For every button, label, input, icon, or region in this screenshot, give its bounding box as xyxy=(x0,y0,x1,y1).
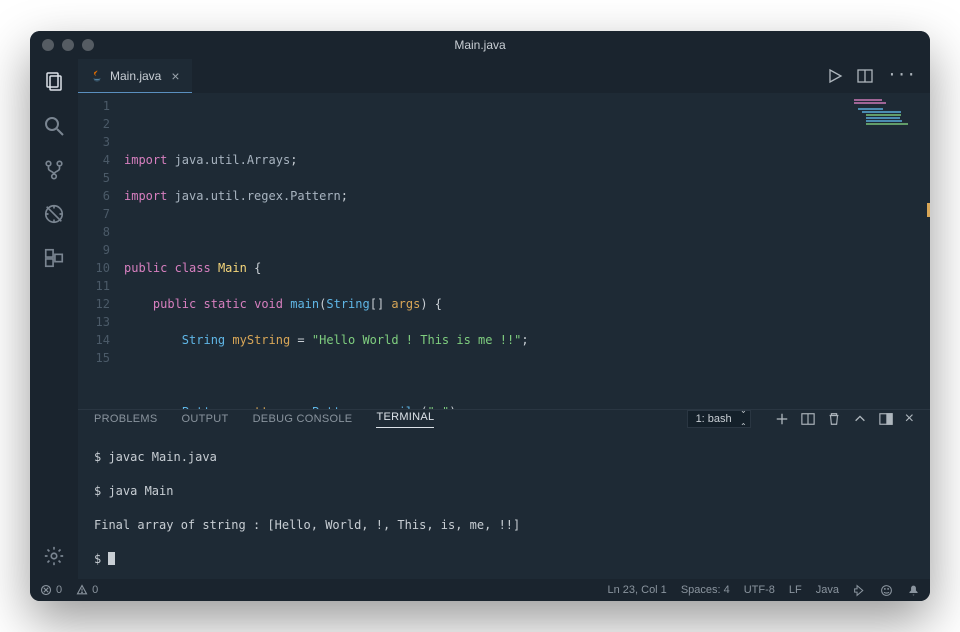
bottom-panel: PROBLEMS OUTPUT DEBUG CONSOLE TERMINAL 1… xyxy=(78,409,930,579)
run-icon[interactable] xyxy=(827,68,843,84)
main-area: Main.java × ··· 123456789101112131415 im… xyxy=(78,59,930,579)
more-actions-icon[interactable]: ··· xyxy=(887,68,916,84)
extensions-icon[interactable] xyxy=(41,245,67,271)
minimap[interactable] xyxy=(854,99,924,139)
terminal-cursor xyxy=(108,552,115,565)
status-language[interactable]: Java xyxy=(816,584,839,596)
status-errors[interactable]: 0 xyxy=(40,584,62,596)
search-icon[interactable] xyxy=(41,113,67,139)
split-terminal-icon[interactable] xyxy=(801,412,815,426)
tab-terminal[interactable]: TERMINAL xyxy=(376,411,434,428)
toggle-panel-icon[interactable] xyxy=(879,412,893,426)
panel-tabs: PROBLEMS OUTPUT DEBUG CONSOLE TERMINAL 1… xyxy=(78,410,930,428)
line-gutter: 123456789101112131415 xyxy=(78,93,124,409)
new-terminal-icon[interactable] xyxy=(775,412,789,426)
overview-ruler-mark xyxy=(927,203,930,217)
settings-gear-icon[interactable] xyxy=(41,543,67,569)
status-feedback-icon[interactable] xyxy=(853,584,866,597)
terminal-selector[interactable]: 1: bash xyxy=(687,410,751,428)
status-encoding[interactable]: UTF-8 xyxy=(744,584,775,596)
status-spaces[interactable]: Spaces: 4 xyxy=(681,584,730,596)
debug-icon[interactable] xyxy=(41,201,67,227)
editor-window: Main.java xyxy=(30,31,930,601)
java-file-icon xyxy=(90,69,104,83)
tab-debug-console[interactable]: DEBUG CONSOLE xyxy=(253,413,353,425)
close-dot[interactable] xyxy=(42,39,54,51)
status-bar: 0 0 Ln 23, Col 1 Spaces: 4 UTF-8 LF Java xyxy=(30,579,930,601)
status-eol[interactable]: LF xyxy=(789,584,802,596)
status-bell-icon[interactable] xyxy=(907,584,920,597)
window-title: Main.java xyxy=(454,38,505,52)
status-warnings[interactable]: 0 xyxy=(76,584,98,596)
tab-main-java[interactable]: Main.java × xyxy=(78,59,192,93)
terminal-output[interactable]: $ javac Main.java $ java Main Final arra… xyxy=(78,428,930,579)
tab-output[interactable]: OUTPUT xyxy=(182,413,229,425)
zoom-dot[interactable] xyxy=(82,39,94,51)
minimize-dot[interactable] xyxy=(62,39,74,51)
tab-close-icon[interactable]: × xyxy=(171,68,179,84)
tab-label: Main.java xyxy=(110,69,161,83)
status-line-col[interactable]: Ln 23, Col 1 xyxy=(607,584,666,596)
source-control-icon[interactable] xyxy=(41,157,67,183)
close-panel-icon[interactable]: × xyxy=(905,410,914,428)
window-body: Main.java × ··· 123456789101112131415 im… xyxy=(30,59,930,579)
explorer-icon[interactable] xyxy=(41,69,67,95)
code-content[interactable]: import java.util.Arrays; import java.uti… xyxy=(124,93,930,409)
titlebar: Main.java xyxy=(30,31,930,59)
code-editor[interactable]: 123456789101112131415 import java.util.A… xyxy=(78,93,930,409)
traffic-lights xyxy=(42,39,94,51)
editor-actions: ··· xyxy=(827,68,930,84)
status-smiley-icon[interactable] xyxy=(880,584,893,597)
activity-bar xyxy=(30,59,78,579)
split-editor-icon[interactable] xyxy=(857,68,873,84)
maximize-panel-icon[interactable] xyxy=(853,412,867,426)
editor-tabs: Main.java × ··· xyxy=(78,59,930,93)
tab-problems[interactable]: PROBLEMS xyxy=(94,413,158,425)
kill-terminal-icon[interactable] xyxy=(827,412,841,426)
